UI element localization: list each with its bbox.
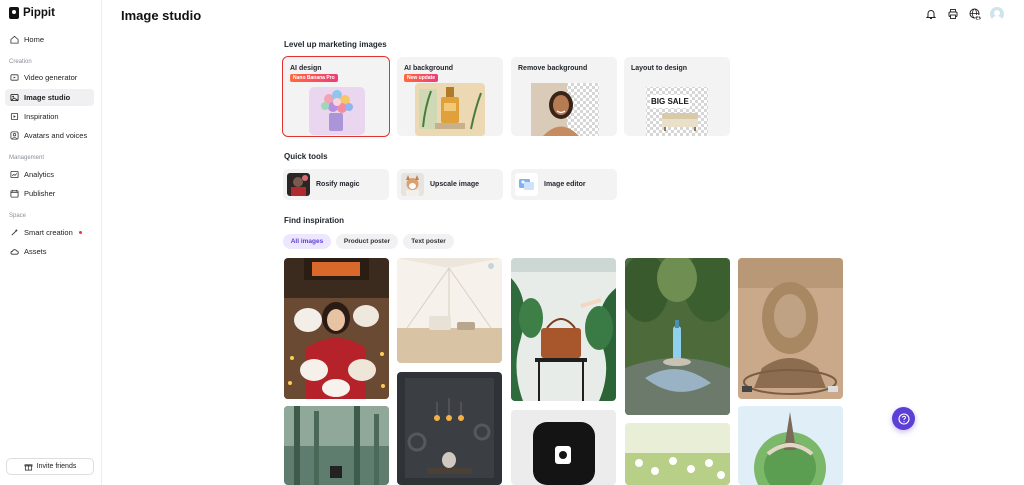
tool-label: Image editor xyxy=(544,181,586,188)
gallery-image[interactable] xyxy=(738,258,843,399)
section-title-find-inspiration: Find inspiration xyxy=(284,216,344,225)
card-layout-to-design[interactable]: Layout to design BIG SALE xyxy=(624,57,730,136)
analytics-icon xyxy=(10,170,19,179)
pippit-logo-icon xyxy=(9,7,19,19)
invite-friends-button[interactable]: Invite friends xyxy=(6,458,94,475)
sofa-sale-illustration xyxy=(646,87,708,136)
gallery-image[interactable] xyxy=(284,406,389,485)
sidebar-item-video-generator[interactable]: Video generator xyxy=(5,69,94,86)
sidebar: Pippit Home Creation Video generator Ima… xyxy=(0,0,102,485)
gallery-image[interactable] xyxy=(738,406,843,485)
chip-text-poster[interactable]: Text poster xyxy=(403,234,454,249)
home-icon xyxy=(10,35,19,44)
sidebar-item-image-studio[interactable]: Image studio xyxy=(5,89,94,106)
statue-city-image xyxy=(738,258,843,399)
sidebar-item-label: Publisher xyxy=(24,189,56,198)
gallery-image[interactable] xyxy=(625,258,730,415)
sidebar-item-assets[interactable]: Assets xyxy=(5,243,94,260)
forest-bottle-image xyxy=(625,258,730,415)
notification-dot xyxy=(78,231,82,234)
sidebar-item-label: Analytics xyxy=(24,170,55,179)
sidebar-item-label: Video generator xyxy=(24,73,78,82)
tool-image-editor[interactable]: Image editor xyxy=(511,169,617,200)
card-title: AI background xyxy=(404,65,454,72)
sidebar-item-label: Inspiration xyxy=(24,112,59,121)
card-ai-background[interactable]: AI background New update xyxy=(397,57,503,136)
tool-upscale-image[interactable]: Upscale image xyxy=(397,169,503,200)
card-title: AI design xyxy=(290,65,322,72)
sidebar-item-label: Avatars and voices xyxy=(24,131,88,140)
cloud-icon xyxy=(10,247,19,256)
app-icon-image xyxy=(511,410,616,485)
invite-label: Invite friends xyxy=(36,463,77,470)
rosify-thumbnail xyxy=(287,173,310,196)
card-title: Layout to design xyxy=(631,65,687,72)
printer-icon[interactable] xyxy=(946,8,959,21)
image-icon xyxy=(10,93,19,102)
card-badge: Nano Banana Pro xyxy=(290,74,338,82)
gallery-image[interactable] xyxy=(511,410,616,485)
svg-text:EN: EN xyxy=(975,16,980,21)
upscale-thumbnail xyxy=(401,173,424,196)
section-title-level-up: Level up marketing images xyxy=(284,40,387,49)
gallery-image[interactable] xyxy=(511,258,616,401)
flower-bouquet-illustration xyxy=(309,87,365,135)
page-title: Image studio xyxy=(121,8,202,23)
video-icon xyxy=(10,73,19,82)
sidebar-item-analytics[interactable]: Analytics xyxy=(5,166,94,183)
chip-all-images[interactable]: All images xyxy=(283,234,331,249)
card-title: Remove background xyxy=(518,65,588,72)
portrait-illustration xyxy=(531,83,599,136)
section-label-creation: Creation xyxy=(9,59,32,65)
gallery-image[interactable] xyxy=(625,423,730,485)
bell-icon[interactable] xyxy=(924,8,937,21)
section-title-quick-tools: Quick tools xyxy=(284,152,328,161)
sidebar-item-publisher[interactable]: Publisher xyxy=(5,185,94,202)
sidebar-item-label: Image studio xyxy=(24,93,71,102)
section-label-management: Management xyxy=(9,155,45,161)
industrial-lamp-image xyxy=(397,372,502,485)
app-root: Pippit Home Creation Video generator Ima… xyxy=(0,0,1024,485)
tool-rosify-magic[interactable]: Rosify magic xyxy=(283,169,389,200)
avatar-icon xyxy=(10,131,19,140)
help-button[interactable] xyxy=(892,407,915,430)
daisies-image xyxy=(625,423,730,485)
gallery-image[interactable] xyxy=(397,372,502,485)
gallery-image[interactable] xyxy=(397,258,502,363)
card-remove-background[interactable]: Remove background xyxy=(511,57,617,136)
sidebar-item-home[interactable]: Home xyxy=(5,31,94,48)
header-actions: EN xyxy=(924,7,1004,21)
sidebar-item-smart-creation[interactable]: Smart creation xyxy=(5,224,94,241)
question-mark-icon xyxy=(897,412,910,425)
foggy-forest-image xyxy=(284,406,389,485)
logo-text: Pippit xyxy=(23,7,55,19)
cats-woman-image xyxy=(284,258,389,399)
sidebar-item-label: Assets xyxy=(24,247,47,256)
bag-plants-image xyxy=(511,258,616,401)
card-badge: New update xyxy=(404,74,439,82)
globe-language-icon[interactable]: EN xyxy=(968,8,981,21)
sidebar-item-label: Smart creation xyxy=(24,228,73,237)
card-art-text: BIG SALE xyxy=(651,97,689,106)
perfume-illustration xyxy=(415,83,485,136)
tool-label: Upscale image xyxy=(430,181,480,188)
sidebar-item-inspiration[interactable]: Inspiration xyxy=(5,108,94,125)
tent-interior-image xyxy=(397,258,502,363)
section-label-space: Space xyxy=(9,213,27,219)
user-avatar[interactable] xyxy=(990,7,1004,21)
tool-label: Rosify magic xyxy=(316,181,360,188)
sparkle-icon xyxy=(10,228,19,237)
calendar-icon xyxy=(10,189,19,198)
app-logo[interactable]: Pippit xyxy=(9,7,55,19)
lightbulb-icon xyxy=(10,112,19,121)
image-editor-thumbnail xyxy=(515,173,538,196)
gift-icon xyxy=(24,462,33,471)
eiffel-globe-image xyxy=(738,406,843,485)
chip-product-poster[interactable]: Product poster xyxy=(336,234,398,249)
gallery-image[interactable] xyxy=(284,258,389,399)
sidebar-item-avatars-voices[interactable]: Avatars and voices xyxy=(5,127,94,144)
sidebar-item-label: Home xyxy=(24,35,45,44)
card-ai-design[interactable]: AI design Nano Banana Pro xyxy=(282,56,390,137)
